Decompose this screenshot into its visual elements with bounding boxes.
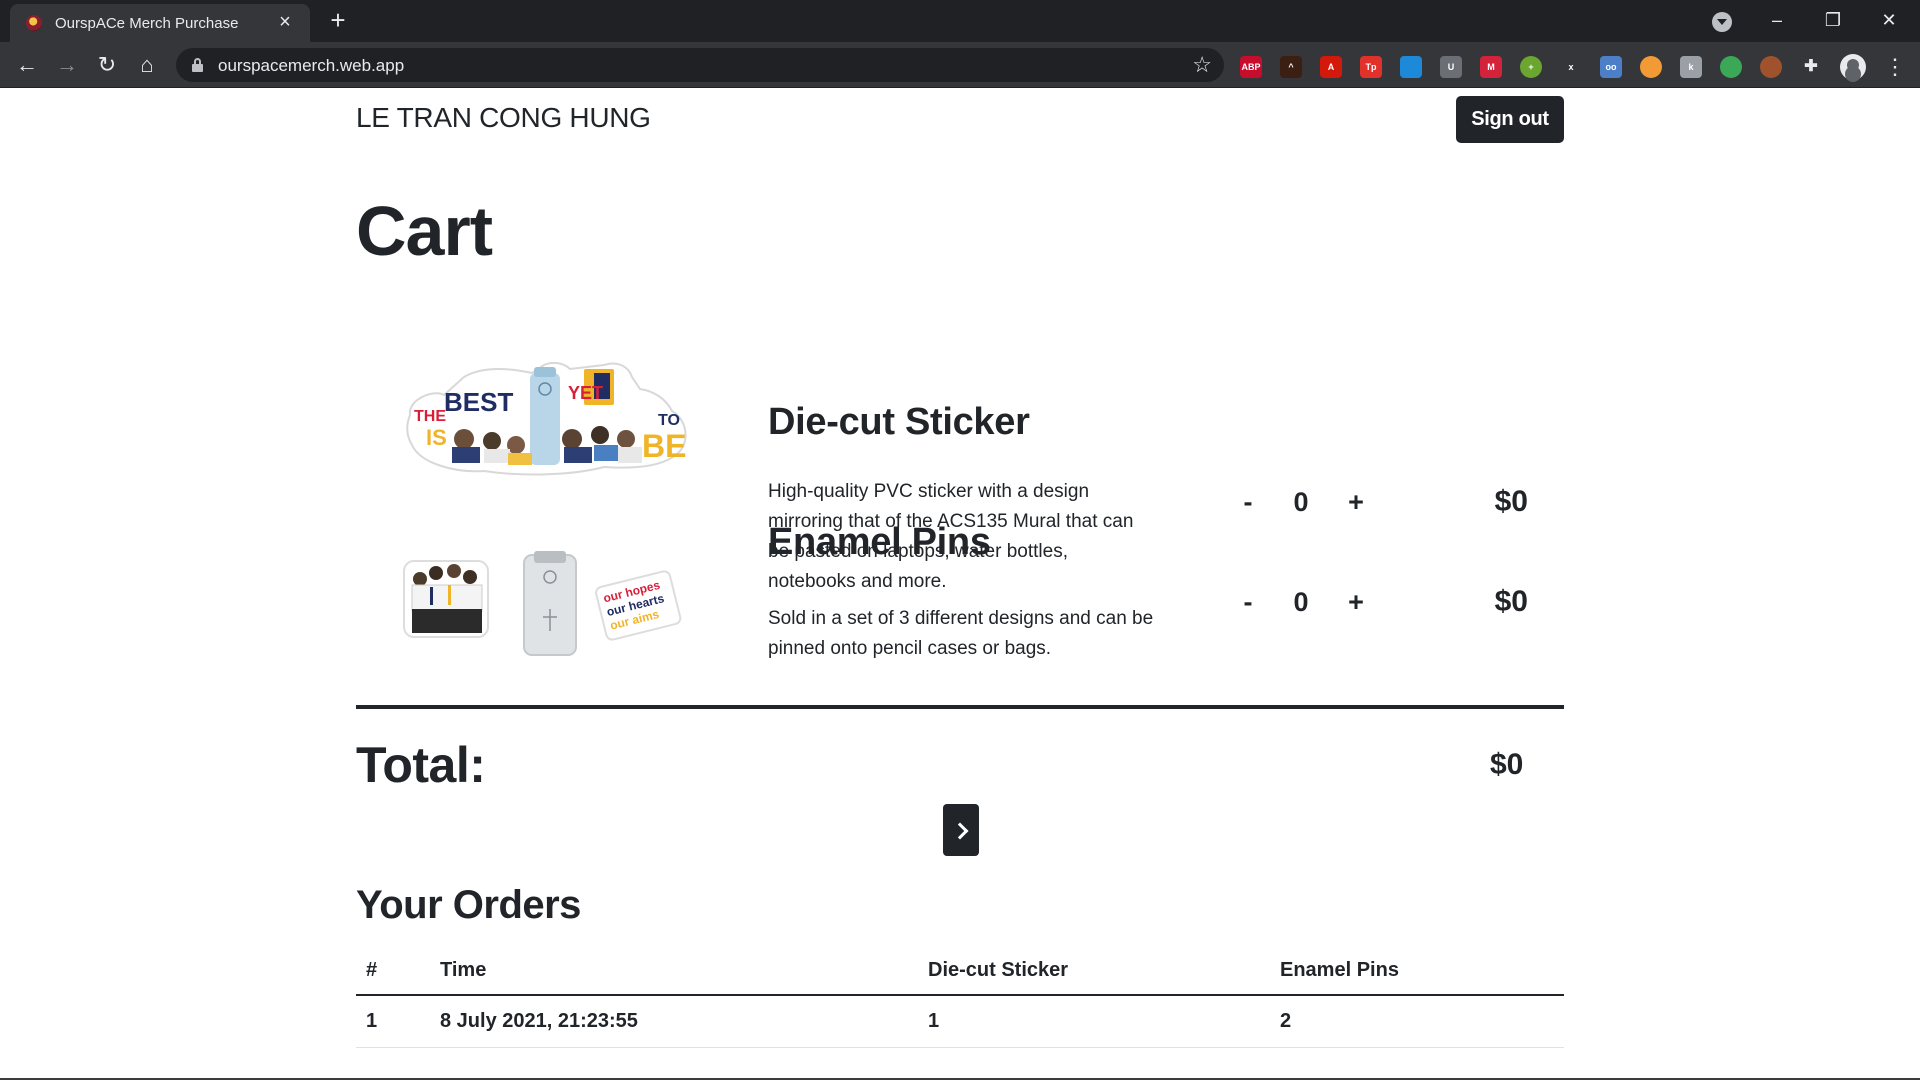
column-header: # [366,959,378,981]
extension-icon-2[interactable]: ^ [1280,56,1302,78]
extension-icon-m[interactable]: M [1480,56,1502,78]
quantity-value: 0 [1293,487,1309,517]
back-icon[interactable]: ← [12,50,42,80]
reload-icon[interactable]: ↻ [92,50,122,80]
profile-avatar-icon[interactable] [1840,54,1866,80]
close-window-icon[interactable]: ✕ [1866,6,1912,34]
order-time: 8 July 2021, 21:23:55 [440,1010,638,1032]
table-row: 1 8 July 2021, 21:23:55 1 2 [356,996,1564,1048]
order-sticker-count: 1 [928,1010,940,1032]
add-extension-icon[interactable]: + [1520,56,1542,78]
sticker-text-best: BEST [444,387,513,417]
orders-table-header: # Time Die-cut Sticker Enamel Pins [356,945,1564,996]
address-bar[interactable]: ourspacemerch.web.app ☆ [176,48,1224,82]
column-header: Die-cut Sticker [928,959,1069,981]
increase-quantity-button[interactable]: + [1341,487,1371,518]
pdf-icon[interactable]: A [1320,56,1342,78]
restore-window-icon[interactable]: ❐ [1810,6,1856,34]
browser-toolbar: ← → ↻ ⌂ ourspacemerch.web.app ☆ ABP ^ A Tp U… [0,42,1920,88]
tab-title: OurspACe Merch Purchase [55,15,239,32]
close-tab-icon[interactable]: × [274,11,296,33]
product-name: Die-cut Sticker [768,401,1030,443]
url-text[interactable]: ourspacemerch.web.app [218,56,404,76]
increase-quantity-button[interactable]: + [1341,587,1371,618]
page-title: Cart [356,192,493,270]
column-header: Enamel Pins [1280,959,1399,981]
browser-tab-bar: OurspACe Merch Purchase × + – ❐ ✕ [0,0,1920,42]
sticker-text-yet: YET [568,383,603,403]
home-icon[interactable]: ⌂ [132,50,162,80]
extension-icon-glasses[interactable]: oo [1600,56,1622,78]
decrease-quantity-button[interactable]: - [1233,487,1263,518]
forward-icon[interactable]: → [52,50,82,80]
bookmark-star-icon[interactable]: ☆ [1192,53,1212,77]
browser-tab[interactable]: OurspACe Merch Purchase × [10,4,310,42]
total-value: $0 [1490,748,1524,781]
die-cut-sticker-image: THE BEST YET IS TO BE [406,361,687,476]
sticker-text-the: THE [414,408,446,425]
quantity-value: 0 [1293,587,1309,617]
product-price: $0 [1494,585,1528,618]
order-pins-count: 2 [1280,1010,1292,1032]
browser-menu-icon[interactable]: ⋮ [1884,54,1906,80]
shield-extension-icon[interactable]: U [1440,56,1462,78]
user-name: LE TRAN CONG HUNG [356,102,651,133]
enamel-pins-image: our hopes our hearts our aims [403,551,682,656]
puzzle-icon[interactable]: ✚ [1800,56,1822,78]
extension-icon-tp[interactable]: Tp [1360,56,1382,78]
orders-table: # Time Die-cut Sticker Enamel Pins 1 8 J… [356,945,1564,1048]
product-name: Enamel Pins [768,521,991,563]
lock-icon[interactable] [192,58,203,72]
orders-title: Your Orders [356,883,581,927]
sign-out-button[interactable]: Sign out [1456,96,1564,143]
extension-icon-leaf[interactable] [1720,56,1742,78]
adblock-plus-icon[interactable]: ABP [1240,56,1262,78]
extension-icon-drop[interactable] [1640,56,1662,78]
extension-icon-x[interactable]: x [1560,56,1582,78]
checkout-next-button[interactable] [943,804,979,856]
decrease-quantity-button[interactable]: - [1233,587,1263,618]
extension-icon-window[interactable] [1400,56,1422,78]
new-tab-icon[interactable]: + [326,7,350,33]
sticker-text-is: IS [426,425,447,450]
extension-icon-k[interactable]: k [1680,56,1702,78]
tab-search-icon[interactable] [1712,12,1732,32]
product-price: $0 [1494,485,1528,518]
site-favicon-icon [26,15,42,31]
total-label: Total: [356,737,486,793]
product-description: Sold in a set of 3 different designs and… [768,608,1154,659]
minimize-window-icon[interactable]: – [1754,6,1800,34]
order-number: 1 [366,1010,378,1032]
page-content: LE TRAN CONG HUNG Sign out Cart Die-cut … [0,89,1920,1080]
column-header: Time [440,959,487,981]
cart-divider [356,705,1564,709]
sticker-text-to: TO [658,412,680,429]
sticker-text-be: BE [642,428,686,464]
extension-icon-avatar[interactable] [1760,56,1782,78]
